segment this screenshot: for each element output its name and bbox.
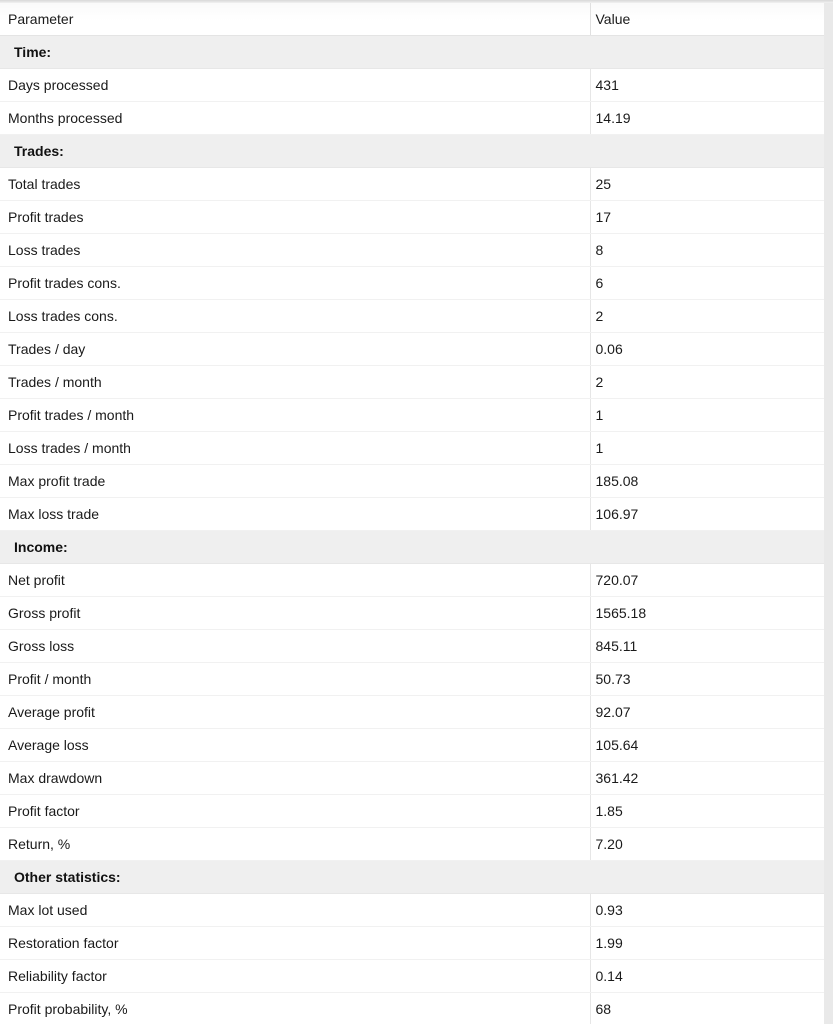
report-page: Parameter Value Time: Days processed 431 Mo… [0, 0, 833, 1024]
value-cell: 2 [590, 299, 824, 333]
parameter-cell: Max loss trade [0, 497, 591, 531]
parameter-cell: Profit / month [0, 662, 591, 696]
table-header-row: Parameter Value [0, 3, 824, 36]
table-row: Loss trades cons. 2 [0, 299, 824, 333]
section-header-row: Trades: [0, 134, 824, 168]
parameter-cell: Gross profit [0, 596, 591, 630]
table-row: Max profit trade 185.08 [0, 464, 824, 498]
section-header-label: Time: [0, 35, 824, 69]
value-cell: 7.20 [590, 827, 824, 861]
parameter-cell: Profit trades cons. [0, 266, 591, 300]
parameter-cell: Days processed [0, 68, 591, 102]
parameter-cell: Restoration factor [0, 926, 591, 960]
parameter-cell: Profit trades [0, 200, 591, 234]
table-row: Reliability factor 0.14 [0, 959, 824, 993]
parameter-cell: Return, % [0, 827, 591, 861]
value-cell: 361.42 [590, 761, 824, 795]
table-row: Average loss 105.64 [0, 728, 824, 762]
table-row: Days processed 431 [0, 68, 824, 102]
value-cell: 720.07 [590, 563, 824, 597]
value-cell: 6 [590, 266, 824, 300]
parameter-cell: Loss trades [0, 233, 591, 267]
table-row: Gross loss 845.11 [0, 629, 824, 663]
table-row: Profit trades 17 [0, 200, 824, 234]
value-cell: 25 [590, 167, 824, 201]
section-header-label: Income: [0, 530, 824, 564]
value-cell: 68 [590, 992, 824, 1024]
parameter-cell: Net profit [0, 563, 591, 597]
value-cell: 1.99 [590, 926, 824, 960]
parameter-cell: Profit probability, % [0, 992, 591, 1024]
value-cell: 0.14 [590, 959, 824, 993]
value-cell: 0.06 [590, 332, 824, 366]
table-row: Trades / month 2 [0, 365, 824, 399]
value-cell: 92.07 [590, 695, 824, 729]
parameter-cell: Max profit trade [0, 464, 591, 498]
section-header-label: Other statistics: [0, 860, 824, 894]
value-cell: 1565.18 [590, 596, 824, 630]
value-cell: 185.08 [590, 464, 824, 498]
table-row: Max drawdown 361.42 [0, 761, 824, 795]
table-row: Profit trades cons. 6 [0, 266, 824, 300]
parameter-cell: Max drawdown [0, 761, 591, 795]
section-header-row: Time: [0, 35, 824, 69]
value-cell: 105.64 [590, 728, 824, 762]
table-row: Net profit 720.07 [0, 563, 824, 597]
value-cell: 14.19 [590, 101, 824, 135]
parameter-cell: Average loss [0, 728, 591, 762]
table-row: Return, % 7.20 [0, 827, 824, 861]
value-cell: 431 [590, 68, 824, 102]
table-body: Time: Days processed 431 Months processed 14… [0, 35, 824, 1024]
table-row: Loss trades / month 1 [0, 431, 824, 465]
value-cell: 106.97 [590, 497, 824, 531]
table-row: Total trades 25 [0, 167, 824, 201]
parameter-cell: Total trades [0, 167, 591, 201]
table-row: Profit trades / month 1 [0, 398, 824, 432]
column-header-value: Value [590, 3, 824, 36]
parameter-cell: Loss trades / month [0, 431, 591, 465]
parameter-cell: Trades / month [0, 365, 591, 399]
value-cell: 8 [590, 233, 824, 267]
parameter-cell: Profit trades / month [0, 398, 591, 432]
table-row: Months processed 14.19 [0, 101, 824, 135]
table-row: Loss trades 8 [0, 233, 824, 267]
value-cell: 1 [590, 398, 824, 432]
parameter-cell: Trades / day [0, 332, 591, 366]
table-row: Max loss trade 106.97 [0, 497, 824, 531]
column-header-parameter: Parameter [0, 3, 591, 36]
table-header: Parameter Value [0, 3, 824, 36]
table-row: Restoration factor 1.99 [0, 926, 824, 960]
parameter-cell: Profit factor [0, 794, 591, 828]
parameter-cell: Months processed [0, 101, 591, 135]
value-cell: 2 [590, 365, 824, 399]
table-row: Profit / month 50.73 [0, 662, 824, 696]
strategy-statistics-table: Parameter Value Time: Days processed 431 Mo… [0, 3, 824, 1024]
value-cell: 1.85 [590, 794, 824, 828]
table-row: Trades / day 0.06 [0, 332, 824, 366]
value-cell: 845.11 [590, 629, 824, 663]
section-header-row: Income: [0, 530, 824, 564]
table-row: Profit factor 1.85 [0, 794, 824, 828]
value-cell: 0.93 [590, 893, 824, 927]
section-header-label: Trades: [0, 134, 824, 168]
parameter-cell: Loss trades cons. [0, 299, 591, 333]
value-cell: 17 [590, 200, 824, 234]
strategy-report-surface: Parameter Value Time: Days processed 431 Mo… [0, 3, 824, 1024]
parameter-cell: Max lot used [0, 893, 591, 927]
table-row: Max lot used 0.93 [0, 893, 824, 927]
table-row: Average profit 92.07 [0, 695, 824, 729]
value-cell: 1 [590, 431, 824, 465]
parameter-cell: Average profit [0, 695, 591, 729]
value-cell: 50.73 [590, 662, 824, 696]
section-header-row: Other statistics: [0, 860, 824, 894]
table-row: Profit probability, % 68 [0, 992, 824, 1024]
parameter-cell: Reliability factor [0, 959, 591, 993]
parameter-cell: Gross loss [0, 629, 591, 663]
table-row: Gross profit 1565.18 [0, 596, 824, 630]
